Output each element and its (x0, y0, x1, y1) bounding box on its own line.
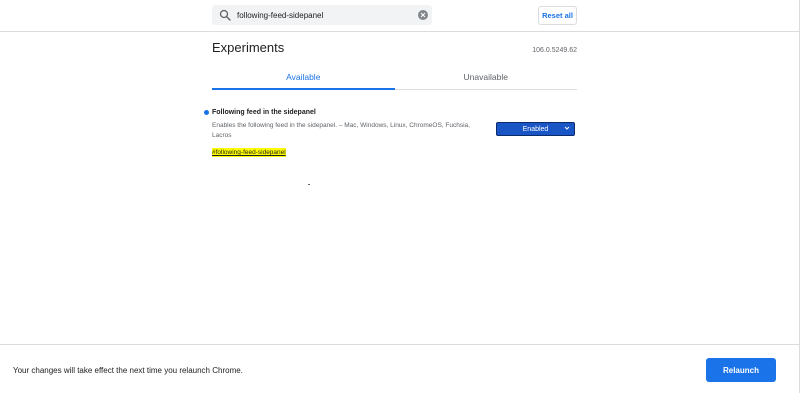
search-icon (216, 6, 234, 24)
relaunch-button[interactable]: Relaunch (706, 358, 776, 382)
flags-page: Reset all Experiments 106.0.5249.62 Avai… (0, 0, 800, 393)
text-cursor (308, 184, 310, 185)
relaunch-message: Your changes will take effect the next t… (13, 366, 243, 375)
search-box[interactable] (212, 5, 432, 25)
relaunch-bar: Your changes will take effect the next t… (0, 344, 800, 393)
search-header: Reset all (0, 0, 800, 32)
tab-bar: Available Unavailable (212, 67, 577, 90)
modified-indicator (204, 110, 209, 115)
experiment-item: Following feed in the sidepanel Enables … (204, 108, 577, 159)
reset-all-button[interactable]: Reset all (538, 6, 577, 25)
tab-unavailable[interactable]: Unavailable (395, 67, 578, 89)
page-title: Experiments (212, 40, 285, 55)
version-label: 106.0.5249.62 (532, 47, 577, 54)
experiment-description: Enables the following feed in the sidepa… (212, 122, 470, 139)
experiment-state-select[interactable]: Enabled (496, 122, 575, 136)
selected-option: Enabled (522, 125, 549, 133)
search-input[interactable] (234, 6, 412, 24)
experiment-name: Following feed in the sidepanel (212, 109, 316, 116)
experiment-permalink[interactable]: #following-feed-sidepanel (212, 148, 286, 157)
chevron-down-icon (564, 125, 570, 133)
clear-icon[interactable] (418, 10, 428, 20)
tab-available[interactable]: Available (212, 67, 395, 90)
